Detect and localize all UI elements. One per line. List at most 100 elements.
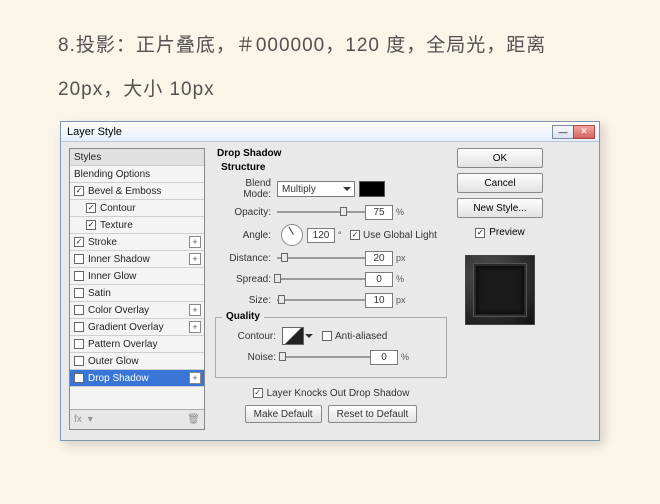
style-checkbox[interactable] [86,203,96,213]
styles-list: Styles Blending Options Bevel & Emboss Co… [69,148,205,430]
trash-icon[interactable]: 🗑 [187,414,200,425]
preview-checkbox[interactable] [475,228,485,238]
style-checkbox[interactable] [74,356,84,366]
layer-style-dialog: Layer Style — ✕ Styles Blending Options … [60,121,600,441]
style-row-gradient-overlay[interactable]: Gradient Overlay + [70,319,204,336]
style-row-color-overlay[interactable]: Color Overlay + [70,302,204,319]
contour-label: Contour: [220,331,282,342]
add-effect-icon[interactable]: + [189,236,201,248]
structure-label: Structure [221,162,447,173]
ok-button[interactable]: OK [457,148,543,168]
opacity-slider[interactable] [277,211,365,213]
dialog-title: Layer Style [67,126,553,138]
angle-label: Angle: [215,230,277,241]
opacity-input[interactable]: 75 [365,205,393,220]
spread-input[interactable]: 0 [365,272,393,287]
angle-dial[interactable] [281,224,303,246]
global-light-checkbox[interactable] [350,230,360,240]
style-checkbox[interactable] [74,237,84,247]
style-label: Contour [100,203,136,214]
add-effect-icon[interactable]: + [189,321,201,333]
quality-group: Quality Contour: Anti-aliased Noise: 0 % [215,317,447,378]
style-row-drop-shadow[interactable]: Drop Shadow + [70,370,204,387]
style-checkbox[interactable] [74,254,84,264]
style-label: Inner Glow [88,271,136,282]
spread-slider[interactable] [277,278,365,280]
style-checkbox[interactable] [74,288,84,298]
quality-label: Quality [222,311,264,322]
make-default-button[interactable]: Make Default [245,405,322,423]
cancel-button[interactable]: Cancel [457,173,543,193]
style-row-bevel-emboss[interactable]: Bevel & Emboss [70,183,204,200]
style-label: Outer Glow [88,356,139,367]
style-label: Satin [88,288,111,299]
fx-icon[interactable]: fx [74,414,82,425]
style-checkbox[interactable] [74,373,84,383]
style-checkbox[interactable] [74,322,84,332]
style-row-texture[interactable]: Texture [70,217,204,234]
style-row-inner-shadow[interactable]: Inner Shadow + [70,251,204,268]
reset-default-button[interactable]: Reset to Default [328,405,418,423]
style-label: Stroke [88,237,117,248]
style-checkbox[interactable] [74,339,84,349]
style-checkbox[interactable] [74,186,84,196]
new-style-button[interactable]: New Style... [457,198,543,218]
blend-mode-label: Blend Mode: [215,178,277,200]
titlebar[interactable]: Layer Style — ✕ [61,122,599,142]
style-label: Pattern Overlay [88,339,157,350]
angle-input[interactable]: 120 [307,228,335,243]
add-effect-icon[interactable]: + [189,253,201,265]
blend-mode-select[interactable]: Multiply [277,181,355,197]
percent-unit: % [396,207,408,217]
style-row-contour[interactable]: Contour [70,200,204,217]
size-slider[interactable] [277,299,365,301]
spread-label: Spread: [215,274,277,285]
style-row-stroke[interactable]: Stroke + [70,234,204,251]
right-column: OK Cancel New Style... Preview [457,148,543,325]
pct-unit3: % [401,352,413,362]
knockout-label: Layer Knocks Out Drop Shadow [267,388,410,399]
noise-label: Noise: [220,352,282,363]
opacity-label: Opacity: [215,207,277,218]
shadow-color-swatch[interactable] [359,181,385,197]
style-row-satin[interactable]: Satin [70,285,204,302]
pct-unit2: % [396,274,408,284]
noise-input[interactable]: 0 [370,350,398,365]
style-label: Drop Shadow [88,373,149,384]
style-label: Inner Shadow [88,254,150,265]
style-checkbox[interactable] [86,220,96,230]
add-effect-icon[interactable]: + [189,304,201,316]
antialias-checkbox[interactable] [322,331,332,341]
style-row-inner-glow[interactable]: Inner Glow [70,268,204,285]
preview-label: Preview [489,227,525,238]
knockout-checkbox[interactable] [253,388,263,398]
style-label: Texture [100,220,133,231]
noise-slider[interactable] [282,356,370,358]
degree-unit: ° [338,230,350,240]
antialias-label: Anti-aliased [335,331,387,342]
minimize-button[interactable]: — [552,125,574,139]
distance-input[interactable]: 20 [365,251,393,266]
style-row-pattern-overlay[interactable]: Pattern Overlay [70,336,204,353]
styles-header[interactable]: Styles [70,149,204,166]
distance-slider[interactable] [277,257,365,259]
style-checkbox[interactable] [74,271,84,281]
style-label: Color Overlay [88,305,149,316]
contour-picker[interactable] [282,327,304,345]
global-light-label: Use Global Light [363,230,437,241]
add-effect-icon[interactable]: + [189,372,201,384]
styles-footer: fx ▾ 🗑 [70,409,204,429]
style-label: Gradient Overlay [88,322,164,333]
blending-options-row[interactable]: Blending Options [70,166,204,183]
distance-label: Distance: [215,253,277,264]
style-checkbox[interactable] [74,305,84,315]
style-label: Bevel & Emboss [88,186,161,197]
preview-image [465,255,535,325]
fx-menu-icon[interactable]: ▾ [88,414,93,425]
close-button[interactable]: ✕ [573,125,595,139]
instruction-text: 8.投影：正片叠底，＃000000，120 度，全局光，距离 20px，大小 1… [0,0,660,111]
px-unit: px [396,253,408,263]
drop-shadow-panel: Drop Shadow Structure Blend Mode: Multip… [211,148,451,426]
size-input[interactable]: 10 [365,293,393,308]
style-row-outer-glow[interactable]: Outer Glow [70,353,204,370]
